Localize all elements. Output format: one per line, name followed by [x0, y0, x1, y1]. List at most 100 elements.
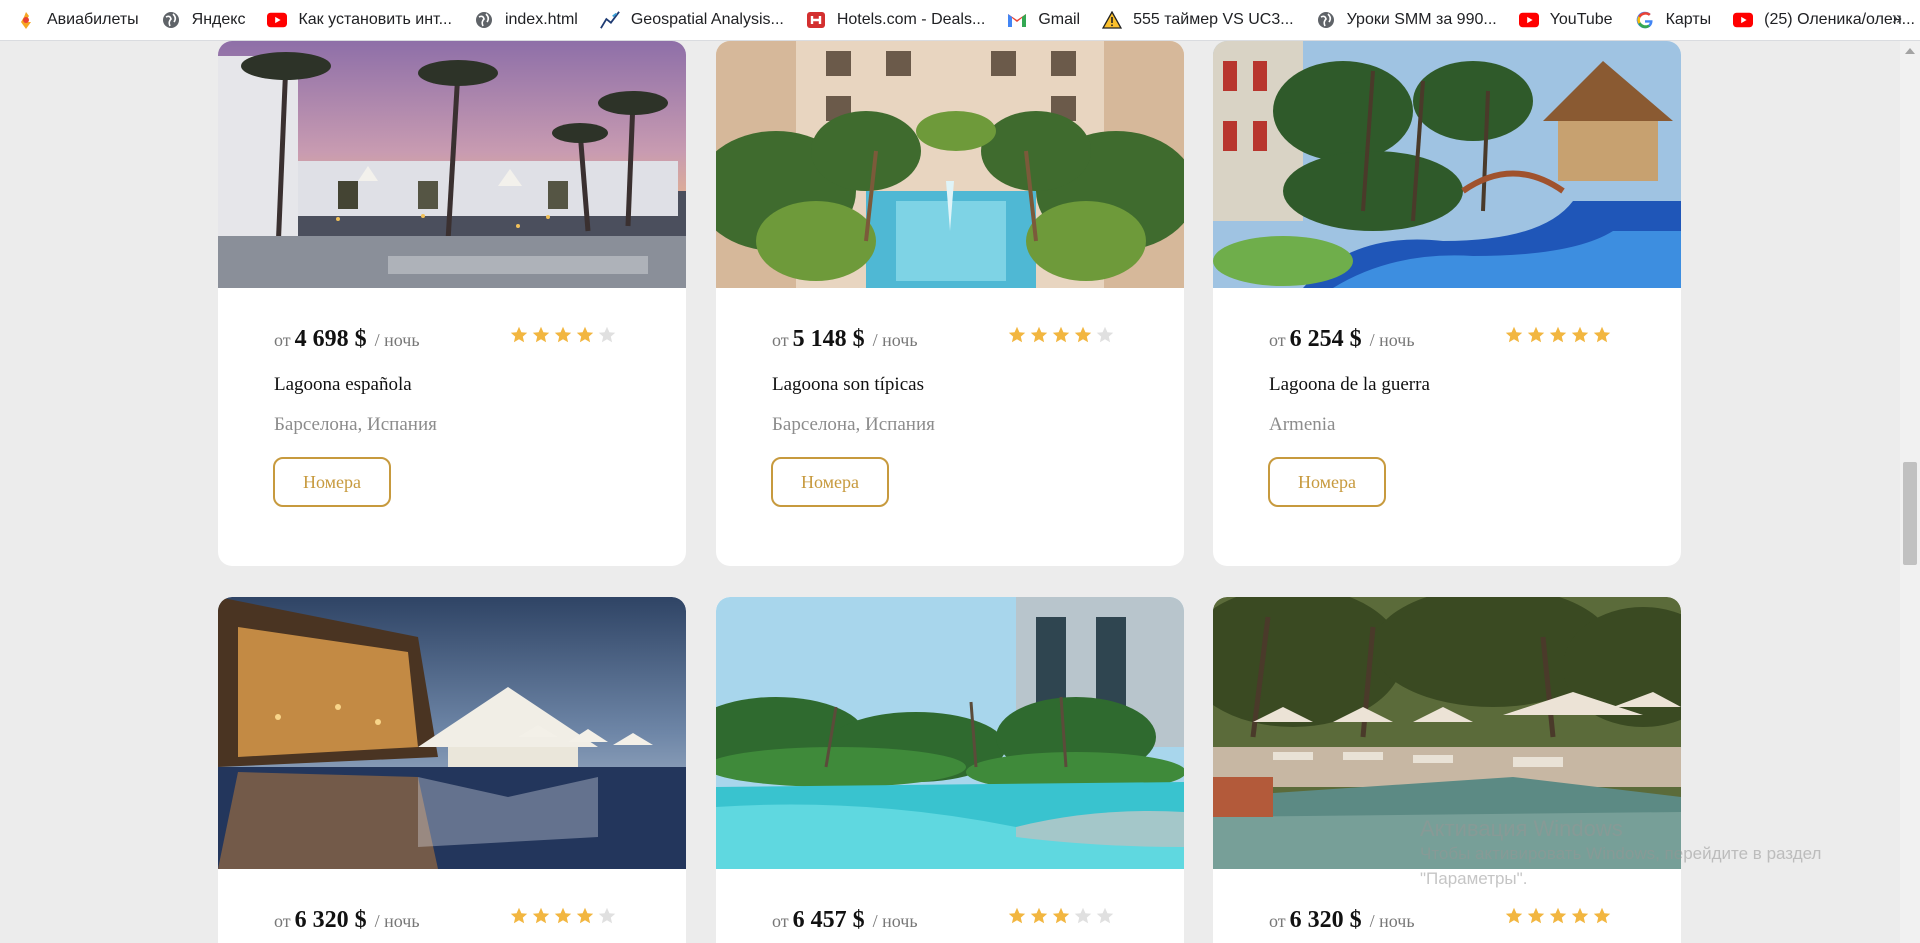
- more-bookmarks-button[interactable]: »: [1892, 8, 1902, 29]
- price: от 6 457 $ / ночь: [772, 907, 918, 933]
- rooms-button[interactable]: Номера: [771, 457, 889, 507]
- globe-icon: [474, 10, 494, 30]
- bookmark-label: 555 таймер VS UC3...: [1133, 11, 1294, 28]
- bookmark-label: Gmail: [1038, 11, 1081, 28]
- price-value: 6 320 $: [1289, 907, 1362, 933]
- star-icon: [1008, 326, 1026, 343]
- bookmark-geospatial[interactable]: Geospatial Analysis...: [599, 10, 784, 30]
- bookmark-label: Как установить инт...: [298, 11, 452, 28]
- bookmark-smm[interactable]: Уроки SMM за 990...: [1316, 10, 1497, 30]
- bookmark-olenika[interactable]: (25) Оленика/олен...: [1733, 10, 1915, 30]
- watermark-line2: "Параметры".: [1420, 869, 1528, 888]
- rating-stars: [510, 326, 620, 344]
- star-icon: [1030, 907, 1048, 924]
- bookmark-gmail[interactable]: Gmail: [1007, 10, 1080, 30]
- hotel-name[interactable]: Lagoona son típicas: [772, 374, 924, 396]
- star-icon: [1096, 326, 1114, 343]
- hotel-photo[interactable]: [218, 41, 686, 288]
- windows-activation-watermark: Активация Windows Чтобы активировать Win…: [1420, 816, 1821, 891]
- rating-stars: [1505, 907, 1615, 925]
- bookmark-label: YouTube: [1549, 11, 1613, 28]
- hotel-card: от 6 254 $ / ночь Lagoona de la guerra Arm…: [1213, 41, 1681, 566]
- bookmark-index-html[interactable]: index.html: [474, 10, 578, 30]
- star-icon: [1008, 907, 1026, 924]
- price: от 6 254 $ / ночь: [1269, 326, 1415, 352]
- price-value: 6 320 $: [294, 907, 367, 933]
- star-icon: [1505, 907, 1523, 924]
- youtube-icon: [1518, 10, 1539, 30]
- price: от 4 698 $ / ночь: [274, 326, 420, 352]
- star-icon: [1096, 907, 1114, 924]
- star-icon: [1593, 326, 1611, 343]
- star-icon: [510, 326, 528, 343]
- bookmark-label: Карты: [1665, 11, 1712, 28]
- star-icon: [1593, 907, 1611, 924]
- price: от 6 320 $ / ночь: [274, 907, 420, 933]
- hotel-photo[interactable]: [716, 41, 1184, 288]
- bookmark-aviabilety[interactable]: Авиабилеты: [16, 10, 139, 30]
- scrollbar-thumb[interactable]: [1903, 462, 1917, 565]
- bookmark-maps[interactable]: Карты: [1635, 10, 1712, 30]
- star-icon: [1549, 326, 1567, 343]
- bookmark-label: Авиабилеты: [47, 11, 139, 28]
- globe-icon: [1316, 10, 1336, 30]
- star-icon: [1505, 326, 1523, 343]
- google-icon: [1635, 10, 1655, 30]
- bookmark-timer[interactable]: 555 таймер VS UC3...: [1102, 10, 1294, 30]
- star-icon: [598, 326, 616, 343]
- hotel-photo[interactable]: [1213, 41, 1681, 288]
- hotel-card: от 6 320 $ / ночь: [218, 597, 686, 943]
- hotel-name[interactable]: Lagoona española: [274, 374, 412, 396]
- star-icon: [1571, 907, 1589, 924]
- watermark-title: Активация Windows: [1420, 816, 1623, 841]
- hotel-location: Барселона, Испания: [274, 414, 437, 435]
- star-icon: [576, 907, 594, 924]
- price: от 6 320 $ / ночь: [1269, 907, 1415, 933]
- bookmark-label: Яндекс: [191, 11, 246, 28]
- bookmark-label: Geospatial Analysis...: [630, 11, 784, 28]
- bookmark-hotels[interactable]: Hotels.com - Deals...: [806, 10, 985, 30]
- star-icon: [1052, 907, 1070, 924]
- globe-icon: [161, 10, 181, 30]
- star-icon: [554, 326, 572, 343]
- gmail-icon: [1007, 10, 1027, 30]
- flight-icon: [16, 10, 36, 30]
- bookmark-label: Уроки SMM за 990...: [1346, 11, 1497, 28]
- hotel-card: от 6 320 $ / ночь: [1213, 597, 1681, 943]
- star-icon: [1527, 907, 1545, 924]
- star-icon: [1527, 326, 1545, 343]
- hotel-photo[interactable]: [218, 597, 686, 869]
- star-icon: [1074, 907, 1092, 924]
- star-icon: [1549, 907, 1567, 924]
- hotel-card: от 5 148 $ / ночь Lagoona son típicas Барс…: [716, 41, 1184, 566]
- star-icon: [1030, 326, 1048, 343]
- warning-icon: [1102, 10, 1123, 30]
- rating-stars: [1505, 326, 1615, 344]
- star-icon: [576, 326, 594, 343]
- price-value: 4 698 $: [294, 326, 367, 352]
- price-value: 5 148 $: [792, 326, 865, 352]
- rating-stars: [1008, 907, 1118, 925]
- bookmark-yandex[interactable]: Яндекс: [161, 10, 246, 30]
- rating-stars: [1008, 326, 1118, 344]
- bookmark-youtube[interactable]: YouTube: [1518, 10, 1613, 30]
- hotels-icon: [806, 10, 826, 30]
- bookmarks-bar: Авиабилеты Яндекс Как установить инт... …: [0, 0, 1920, 41]
- price: от 5 148 $ / ночь: [772, 326, 918, 352]
- price-value: 6 254 $: [1289, 326, 1362, 352]
- hotel-card: от 6 457 $ / ночь: [716, 597, 1184, 943]
- hotel-location: Барселона, Испания: [772, 414, 935, 435]
- watermark-line1: Чтобы активировать Windows, перейдите в …: [1420, 844, 1822, 863]
- rooms-button[interactable]: Номера: [273, 457, 391, 507]
- star-icon: [598, 907, 616, 924]
- star-icon: [1052, 326, 1070, 343]
- rooms-button[interactable]: Номера: [1268, 457, 1386, 507]
- hotel-photo[interactable]: [716, 597, 1184, 869]
- hotel-card: от 4 698 $ / ночь Lagoona española Барсело…: [218, 41, 686, 566]
- hotel-location: Armenia: [1269, 414, 1336, 435]
- star-icon: [554, 907, 572, 924]
- scroll-up-arrow-icon[interactable]: [1905, 48, 1915, 54]
- bookmark-youtube-install[interactable]: Как установить инт...: [267, 10, 452, 30]
- star-icon: [1571, 326, 1589, 343]
- hotel-name[interactable]: Lagoona de la guerra: [1269, 374, 1430, 396]
